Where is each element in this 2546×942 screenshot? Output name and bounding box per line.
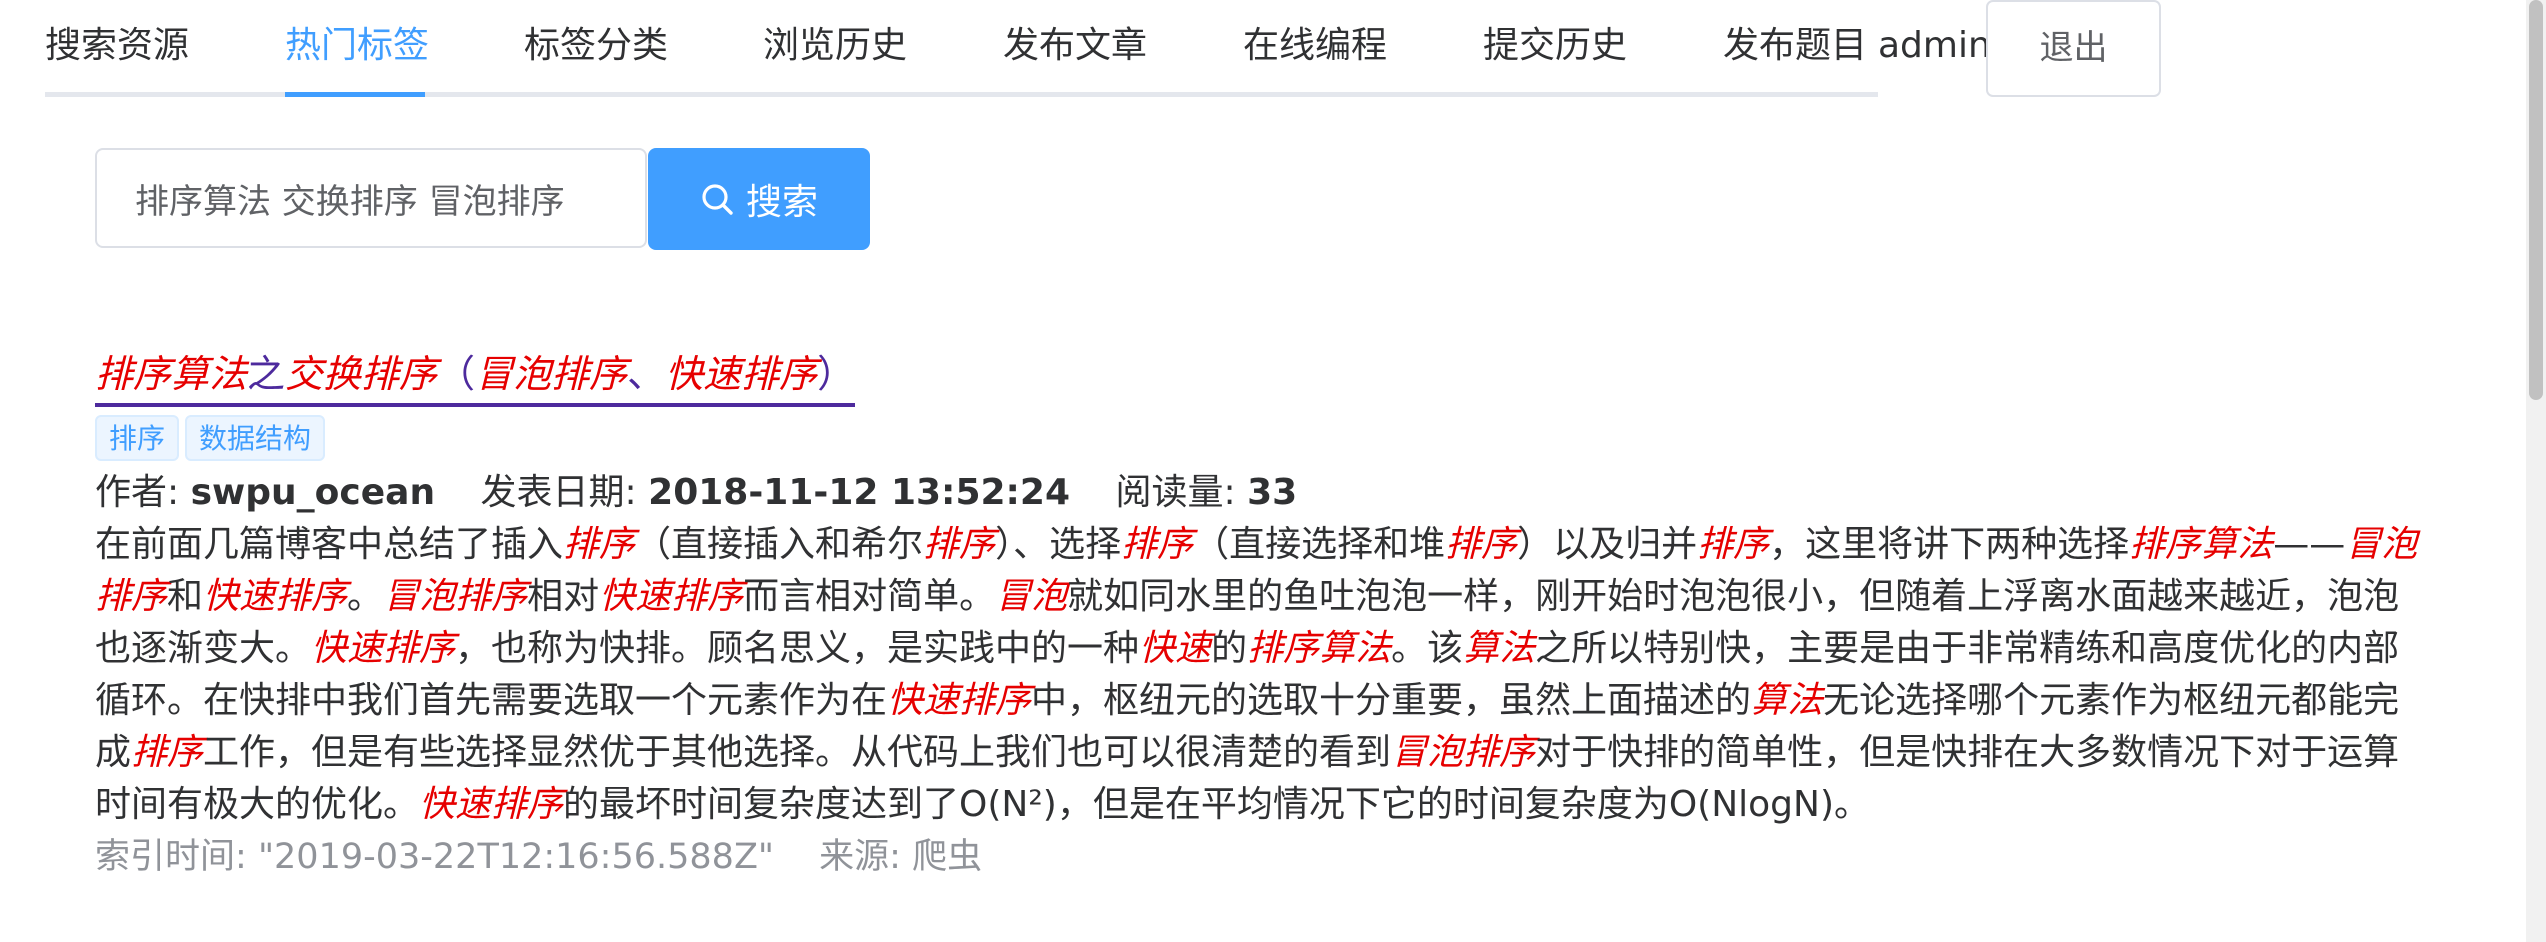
text-segment: —— — [2273, 524, 2346, 565]
reads-value: 33 — [1247, 472, 1298, 513]
tag-sort[interactable]: 排序 — [95, 415, 180, 461]
search-button-label: 搜索 — [745, 182, 818, 223]
highlighted-term: 快速排序 — [887, 680, 1032, 721]
highlighted-term: 排序 — [923, 524, 996, 565]
highlighted-term: 交换排序 — [285, 352, 438, 396]
reads-label: 阅读量: — [1115, 472, 1236, 513]
highlighted-term: 快速排序 — [665, 352, 818, 396]
text-segment: 中，枢纽元的选取十分重要，虽然上面描述的 — [1031, 680, 1752, 721]
source-label: 来源: — [819, 837, 901, 877]
active-tab-indicator — [285, 92, 425, 97]
text-segment: （ — [437, 352, 476, 396]
highlighted-term: 排序 — [1697, 524, 1770, 565]
tab-publish-article[interactable]: 发布文章 — [1003, 0, 1147, 92]
highlighted-term: 算法 — [1751, 680, 1824, 721]
highlighted-term: 快速排序 — [419, 784, 564, 825]
search-button[interactable]: 搜索 — [648, 148, 870, 250]
search-icon — [700, 182, 734, 216]
logout-button[interactable]: 退出 — [1986, 0, 2161, 97]
result-summary: 在前面几篇博客中总结了插入排序（直接插入和希尔排序）、选择排序（直接选择和堆排序… — [95, 519, 2425, 831]
highlighted-term: 算法 — [1463, 628, 1536, 669]
result-footer: 索引时间: "2019-03-22T12:16:56.588Z" 来源: 爬虫 — [95, 831, 2425, 883]
text-segment: （直接插入和希尔 — [635, 524, 924, 565]
highlighted-term: 排序 — [131, 732, 204, 773]
page-scrollbar[interactable] — [2526, 0, 2546, 942]
date-value: 2018-11-12 13:52:24 — [648, 472, 1071, 513]
highlighted-term: 快速排序 — [599, 576, 744, 617]
text-segment: 的 — [1211, 628, 1248, 669]
top-nav: 搜索资源 热门标签 标签分类 浏览历史 发布文章 在线编程 提交历史 发布题目 — [45, 0, 1878, 97]
text-segment: ）以及归并 — [1517, 524, 1698, 565]
author-value: swpu_ocean — [190, 472, 436, 513]
highlighted-term: 冒泡排序 — [1391, 732, 1536, 773]
highlighted-term: 冒泡排序 — [383, 576, 528, 617]
tab-search-resources[interactable]: 搜索资源 — [45, 0, 189, 92]
result-tags: 排序 数据结构 — [95, 415, 2425, 461]
tag-data-structure[interactable]: 数据结构 — [185, 415, 326, 461]
text-segment: 在前面几篇博客中总结了插入 — [95, 524, 564, 565]
highlighted-term: 冒泡排序 — [475, 352, 628, 396]
text-segment: 相对 — [527, 576, 600, 617]
text-segment: 和 — [167, 576, 204, 617]
username: admin — [1878, 25, 1991, 66]
index-time-value: "2019-03-22T12:16:56.588Z" — [257, 837, 775, 877]
highlighted-term: 快速排序 — [311, 628, 456, 669]
search-result: 排序算法之交换排序（冒泡排序、快速排序） 排序 数据结构 作者: swpu_oc… — [95, 345, 2425, 883]
result-title-link[interactable]: 排序算法之交换排序（冒泡排序、快速排序） — [95, 345, 856, 407]
tab-online-coding[interactable]: 在线编程 — [1243, 0, 1387, 92]
highlighted-term: 排序算法 — [95, 352, 248, 396]
highlighted-term: 排序算法 — [2129, 524, 2274, 565]
scrollbar-thumb[interactable] — [2529, 0, 2543, 400]
highlighted-term: 排序 — [1445, 524, 1518, 565]
highlighted-term: 排序 — [563, 524, 636, 565]
highlighted-term: 排序 — [1121, 524, 1194, 565]
text-segment: ） — [817, 352, 856, 396]
search-input[interactable] — [95, 148, 647, 248]
text-segment: 的最坏时间复杂度达到了O(N²)，但是在平均情况下它的时间复杂度为O(NlogN… — [563, 784, 1870, 825]
highlighted-term: 冒泡 — [995, 576, 1068, 617]
text-segment: ，这里将讲下两种选择 — [1769, 524, 2130, 565]
text-segment: 工作，但是有些选择显然优于其他选择。从代码上我们也可以很清楚的看到 — [203, 732, 1392, 773]
index-time-label: 索引时间: — [95, 837, 247, 877]
result-meta: 作者: swpu_ocean 发表日期: 2018-11-12 13:52:24… — [95, 467, 2425, 519]
text-segment: 之 — [247, 352, 286, 396]
highlighted-term: 快速排序 — [203, 576, 348, 617]
author-label: 作者: — [95, 472, 180, 513]
highlighted-term: 快速 — [1139, 628, 1212, 669]
tab-publish-problem[interactable]: 发布题目 — [1723, 0, 1867, 92]
source-value: 爬虫 — [912, 837, 983, 877]
text-segment: ，也称为快排。顾名思义，是实践中的一种 — [455, 628, 1140, 669]
text-segment: ）、选择 — [995, 524, 1122, 565]
tab-hot-tags[interactable]: 热门标签 — [285, 0, 429, 92]
tab-submit-history[interactable]: 提交历史 — [1483, 0, 1627, 92]
text-segment: 而言相对简单。 — [743, 576, 996, 617]
text-segment: 、 — [627, 352, 666, 396]
text-segment: 。该 — [1391, 628, 1464, 669]
text-segment: （直接选择和堆 — [1193, 524, 1446, 565]
tab-browse-history[interactable]: 浏览历史 — [763, 0, 907, 92]
date-label: 发表日期: — [480, 472, 637, 513]
highlighted-term: 排序算法 — [1247, 628, 1392, 669]
tab-tag-categories[interactable]: 标签分类 — [524, 0, 668, 92]
text-segment: 。 — [347, 576, 384, 617]
